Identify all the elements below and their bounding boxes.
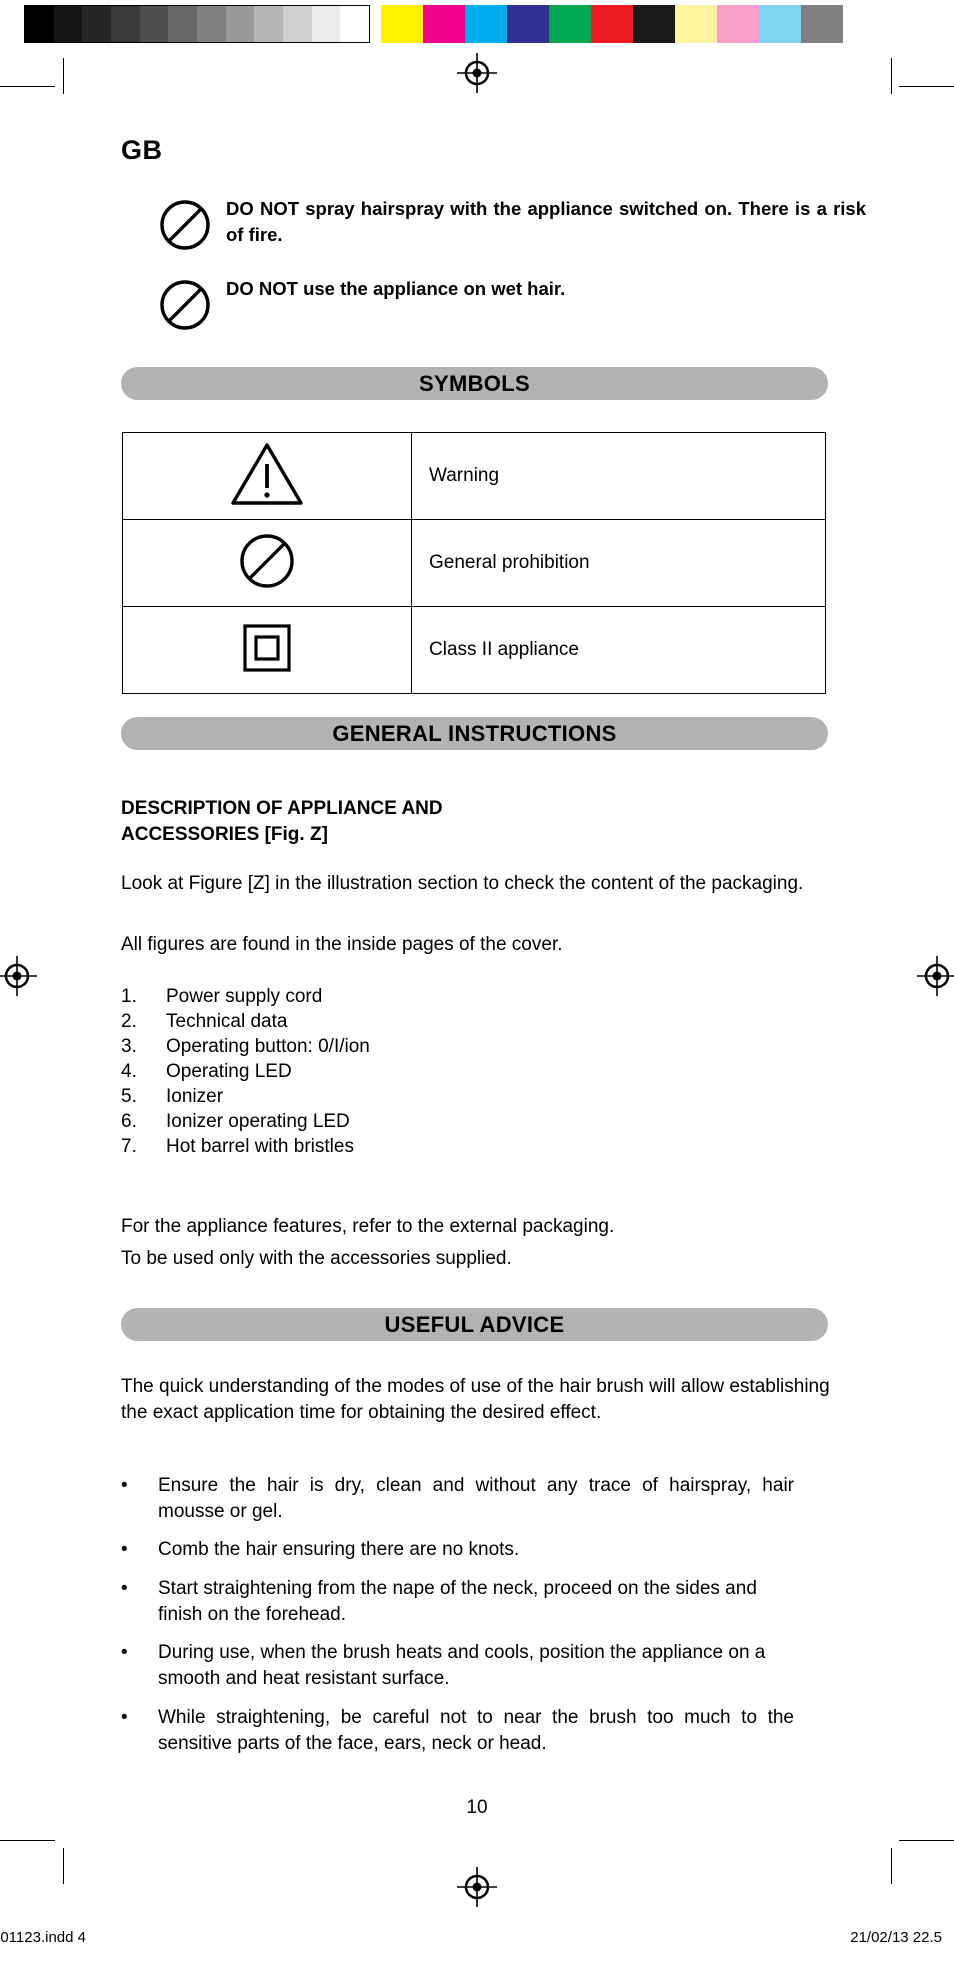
parts-list: 1. Power supply cord 2. Technical data 3. O… [121, 984, 828, 1160]
list-item-label: Ionizer [166, 1086, 224, 1108]
useful-advice-intro: The quick understanding of the modes of … [121, 1376, 830, 1424]
language-code: GB [121, 135, 163, 165]
prohibition-icon [240, 533, 294, 588]
list-item: 6. Ionizer operating LED [121, 1109, 828, 1134]
warning-item: DO NOT spray hairspray with the applianc… [158, 196, 868, 252]
prohibition-icon [160, 280, 210, 330]
list-item: 3. Operating button: 0/I/ion [121, 1034, 828, 1059]
list-item-label: Comb the hair ensuring there are no knot… [158, 1539, 520, 1561]
symbol-label: Warning [411, 432, 826, 520]
description-subtitle-line2: ACCESSORIES [Fig. Z] [121, 824, 328, 845]
symbol-cell [122, 606, 412, 694]
list-item-number: 1. [121, 986, 137, 1007]
list-item-label: Technical data [166, 1011, 288, 1033]
list-item-label: During use, when the brush heats and coo… [158, 1642, 766, 1690]
list-item-label: Start straightening from the nape of the… [158, 1577, 757, 1625]
warning-block: DO NOT spray hairspray with the applianc… [158, 196, 868, 346]
table-row: Warning [122, 432, 826, 520]
description-closing-line2: To be used only with the accessories sup… [121, 1248, 512, 1269]
section-banner-symbols: SYMBOLS [121, 367, 828, 400]
symbol-cell [122, 432, 412, 520]
list-item-label: Operating LED [166, 1061, 292, 1083]
bullet-icon: • [121, 1577, 128, 1599]
table-row: General prohibition [122, 519, 826, 607]
list-item-number: 5. [121, 1086, 137, 1108]
list-item-label: Operating button: 0/I/ion [166, 1036, 370, 1058]
footer-file-name: 001123.indd 4 [0, 1929, 86, 1946]
list-item-number: 6. [121, 1111, 137, 1133]
list-item: 1. Power supply cord [121, 984, 828, 1009]
description-subtitle-line1: DESCRIPTION OF APPLIANCE AND [121, 798, 443, 819]
description-closing-line1: For the appliance features, refer to the… [121, 1216, 615, 1237]
manual-page: GB DO NOT spray hairspray with the appli… [0, 0, 954, 1971]
list-item-label: Power supply cord [166, 986, 323, 1007]
list-item-label: Hot barrel with bristles [166, 1136, 354, 1158]
list-item: • While straightening, be careful not to … [121, 1705, 831, 1757]
bullet-icon: • [121, 1706, 128, 1728]
table-row: Class II appliance [122, 606, 826, 694]
symbol-label: Class II appliance [411, 606, 826, 694]
list-item-number: 2. [121, 1011, 137, 1033]
list-item-label: While straightening, be careful not to n… [158, 1706, 794, 1754]
list-item: • During use, when the brush heats and co… [121, 1640, 831, 1692]
list-item: • Comb the hair ensuring there are no kno… [121, 1537, 831, 1563]
list-item: 7. Hot barrel with bristles [121, 1134, 828, 1159]
description-intro-line2: All figures are found in the inside page… [121, 934, 563, 955]
list-item: 5. Ionizer [121, 1084, 828, 1109]
warning-text: DO NOT spray hairspray with the applianc… [226, 198, 866, 246]
page-number: 10 [466, 1797, 488, 1818]
footer-timestamp: 21/02/13 22.5 [850, 1929, 942, 1946]
warning-item: DO NOT use the appliance on wet hair. [158, 276, 868, 332]
list-item: 4. Operating LED [121, 1059, 828, 1084]
bullet-icon: • [121, 1642, 128, 1664]
symbols-table: Warning General prohibition Class II app… [122, 432, 826, 694]
list-item-number: 3. [121, 1036, 137, 1058]
symbol-cell [122, 519, 412, 607]
warning-text: DO NOT use the appliance on wet hair. [226, 278, 566, 299]
list-item: 2. Technical data [121, 1009, 828, 1034]
useful-advice-bullet-list: • Ensure the hair is dry, clean and witho… [121, 1473, 831, 1769]
list-item-label: Ionizer operating LED [166, 1111, 350, 1133]
section-banner-general-instructions: GENERAL INSTRUCTIONS [121, 717, 828, 750]
description-intro-paragraph: Look at Figure [Z] in the illustration s… [121, 873, 804, 894]
list-item-number: 4. [121, 1061, 137, 1083]
bullet-icon: • [121, 1539, 128, 1561]
prohibition-icon [160, 200, 210, 250]
class-ii-square-icon [243, 623, 291, 672]
list-item-label: Ensure the hair is dry, clean and withou… [158, 1475, 794, 1523]
list-item: • Start straightening from the nape of th… [121, 1576, 831, 1628]
warning-triangle-icon [231, 442, 303, 505]
list-item: • Ensure the hair is dry, clean and witho… [121, 1473, 831, 1525]
section-banner-useful-advice: USEFUL ADVICE [121, 1308, 828, 1341]
list-item-number: 7. [121, 1136, 137, 1158]
bullet-icon: • [121, 1475, 128, 1496]
symbol-label: General prohibition [411, 519, 826, 607]
